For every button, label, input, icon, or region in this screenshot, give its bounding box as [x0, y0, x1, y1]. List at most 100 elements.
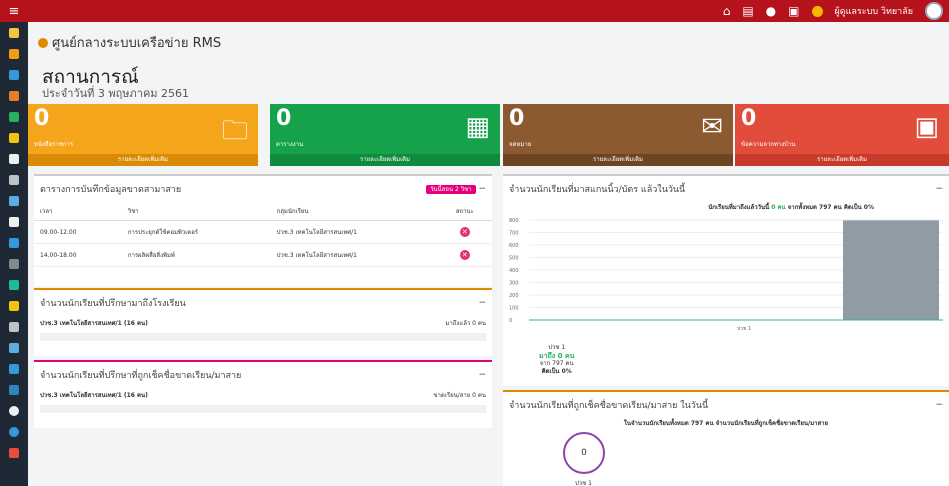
stat-card-messages: 0 ข้อความจากทางบ้าน ▣ รายละเอียดเพิ่มเติ… [735, 104, 949, 166]
y-tick-label: 100 [509, 306, 519, 312]
stat-value: 0 [741, 106, 757, 131]
stat-more-link[interactable]: รายละเอียดเพิ่มเติม [503, 154, 733, 166]
sidebar-item-download[interactable] [0, 64, 28, 85]
progress-bar [40, 333, 486, 341]
sidebar-item-edit[interactable] [0, 232, 28, 253]
sidebar-item-award[interactable] [0, 295, 28, 316]
checked-summary: ในจำนวนนักเรียนทั้งหมด 797 คน จำนวนนักเร… [623, 420, 829, 427]
circle-label: ปวช 1 [575, 480, 592, 486]
chart-icon [9, 111, 19, 122]
file-icon [9, 384, 19, 395]
globe-icon [9, 426, 19, 437]
y-tick-label: 500 [509, 256, 519, 262]
chart-summary: นักเรียนที่มาถึงแล้ววันนี้ 0 คน จากทั้งห… [503, 202, 949, 212]
brand[interactable]: ศูนย์กลางระบบเครือข่าย RMS [38, 32, 221, 53]
star-icon [9, 90, 19, 101]
award-icon [9, 300, 19, 311]
sidebar-item-dashboard[interactable] [0, 22, 28, 43]
group-label: ปวช.3 เทคโนโลยีสารสนเทศ/1 (16 คน) [40, 320, 148, 327]
stat-label: ตารางงาน [276, 141, 304, 148]
page-subtitle: ประจำวันที่ 3 พฤษภาคม 2561 [42, 87, 190, 100]
brand-logo-icon [38, 37, 48, 48]
progress-bar [40, 405, 486, 413]
info-icon[interactable]: ● [766, 4, 776, 18]
sidebar-item-globe[interactable] [0, 421, 28, 442]
column-header: กลุ่มนักเรียน [270, 202, 438, 221]
sidebar-item-list[interactable] [0, 169, 28, 190]
subject-cell: การประยุกต์ใช้คอมพิวเตอร์ [121, 220, 271, 244]
collapse-icon[interactable]: − [935, 400, 943, 410]
status-x-icon[interactable]: ✕ [459, 227, 470, 237]
stat-more-link[interactable]: รายละเอียดเพิ่มเติม [735, 154, 949, 166]
collapse-icon[interactable]: − [478, 298, 486, 308]
menu-icon[interactable]: ≡ [0, 4, 28, 19]
summary-post: จากทั้งหมด 797 คน คิดเป็น 0% [787, 204, 874, 211]
sidebar-item-exit[interactable] [0, 442, 28, 463]
user-status-icon [811, 5, 823, 17]
sidebar-item-location[interactable] [0, 274, 28, 295]
stat-value: 0 [34, 106, 50, 131]
group-icon [9, 321, 19, 332]
main-content: ศูนย์กลางระบบเครือข่าย RMS สถานการณ์ ประ… [28, 22, 949, 486]
sidebar-item-like[interactable] [0, 127, 28, 148]
panel-title: จำนวนนักเรียนที่มาสแกนนิ้ว/บัตร แล้วในวั… [509, 185, 686, 195]
collapse-icon[interactable]: − [935, 184, 943, 194]
sidebar-item-settings[interactable] [0, 400, 28, 421]
stat-more-link[interactable]: รายละเอียดเพิ่มเติม [270, 154, 500, 166]
note-level: ปวช 1 [548, 344, 566, 351]
panel-title: ตารางการบันทึกข้อมูลขาดสามาสาย [40, 185, 182, 195]
panel-title: จำนวนนักเรียนที่ปรึกษาที่ถูกเช็คชื่อขาดเ… [40, 371, 242, 381]
home-icon[interactable]: ⌂ [723, 4, 731, 18]
sidebar-item-chart[interactable] [0, 106, 28, 127]
x-tick-label: ปวช 1 [737, 326, 751, 332]
chart-bar[interactable] [843, 220, 939, 320]
top-bar: ≡ ⌂ ▤ ● ▣ ผู้ดูแลระบบ วิทยาลัย [0, 0, 949, 22]
file-icon[interactable]: ▤ [742, 4, 753, 18]
sidebar-item-map[interactable] [0, 253, 28, 274]
checked-panel: จำนวนนักเรียนที่ถูกเช็คชื่อขาดเรียน/มาสา… [503, 390, 949, 486]
summary-pre: นักเรียนที่มาถึงแล้ววันนี้ [708, 204, 770, 211]
sidebar-item-star[interactable] [0, 85, 28, 106]
arrived-count: มาถึงแล้ว 0 คน [445, 320, 486, 327]
scan-panel: จำนวนนักเรียนที่มาสแกนนิ้ว/บัตร แล้วในวั… [503, 174, 949, 386]
avatar[interactable] [925, 2, 943, 20]
stat-more-link[interactable]: รายละเอียดเพิ่มเติม [28, 154, 258, 166]
checked-circle: 0 [563, 432, 605, 474]
sidebar-item-phone[interactable] [0, 358, 28, 379]
grid-icon [9, 195, 19, 206]
collapse-icon[interactable]: − [478, 370, 486, 380]
arrived-panel: จำนวนนักเรียนที่ปรึกษามาถึงโรงเรียน − ปว… [34, 288, 492, 356]
note-pct: คิดเป็น 0% [541, 368, 572, 375]
panel-title: จำนวนนักเรียนที่ถูกเช็คชื่อขาดเรียน/มาสา… [509, 401, 709, 411]
table-row: 14.00-18.00 การผลิตสื่อสิ่งพิมพ์ ปวช.3 เ… [34, 243, 492, 267]
today-badge: วันนี้สอน 2 วิชา [426, 185, 476, 194]
calendar-icon[interactable]: ▣ [788, 4, 799, 18]
absent-panel: จำนวนนักเรียนที่ปรึกษาที่ถูกเช็คชื่อขาดเ… [34, 360, 492, 428]
user-name[interactable]: ผู้ดูแลระบบ วิทยาลัย [835, 4, 914, 18]
book-icon [9, 216, 19, 227]
stat-value: 0 [509, 106, 525, 131]
stat-card-mail: 0 จดหมาย ✉ รายละเอียดเพิ่มเติม [503, 104, 733, 166]
stat-card-schedule: 0 ตารางงาน ▦ รายละเอียดเพิ่มเติม [270, 104, 500, 166]
note-arrived: มาถึง 0 คน [539, 352, 575, 360]
sidebar-item-server[interactable] [0, 148, 28, 169]
column-header: เวลา [34, 202, 122, 221]
subject-cell: การผลิตสื่อสิ่งพิมพ์ [121, 243, 271, 267]
users-icon [9, 48, 19, 59]
sidebar-item-calendar[interactable] [0, 337, 28, 358]
sidebar-item-book[interactable] [0, 211, 28, 232]
absent-count: ขาดเรียน/สาย 0 คน [433, 392, 486, 399]
exit-icon [9, 447, 19, 458]
collapse-icon[interactable]: − [478, 184, 486, 194]
folder-document-icon: 🗀 [221, 116, 248, 146]
sidebar-item-group[interactable] [0, 316, 28, 337]
sidebar-item-grid[interactable] [0, 190, 28, 211]
sidebar-item-file[interactable] [0, 379, 28, 400]
stat-card-documents: 0 หนังสือราชการ 🗀 รายละเอียดเพิ่มเติม [28, 104, 258, 166]
sidebar-item-users[interactable] [0, 43, 28, 64]
status-x-icon[interactable]: ✕ [459, 250, 470, 260]
list-icon [9, 174, 19, 185]
download-icon [9, 69, 19, 80]
location-icon [9, 279, 19, 290]
column-header: วิชา [121, 202, 271, 221]
